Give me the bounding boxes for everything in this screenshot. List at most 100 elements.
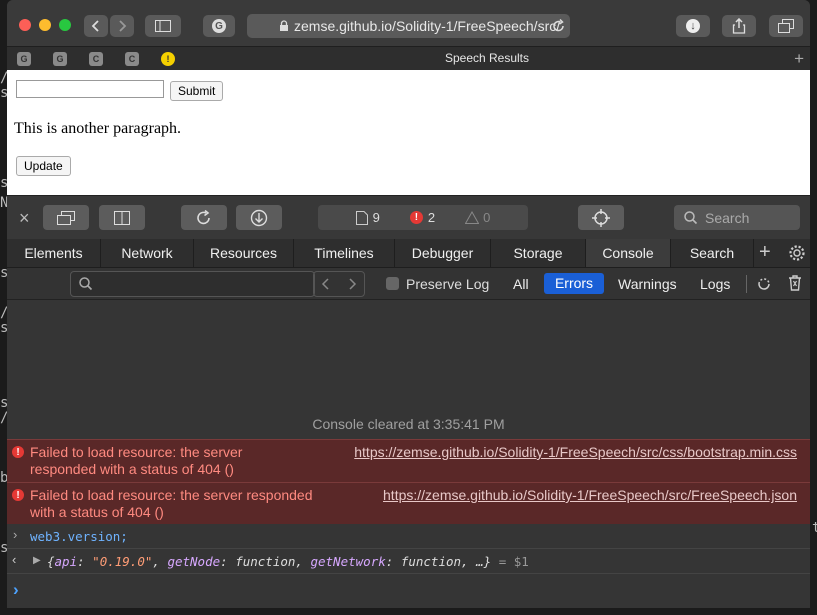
tab-search[interactable]: Search (671, 239, 754, 267)
tab-debugger[interactable]: Debugger (395, 239, 491, 267)
pinned-tab-5-label: ! (166, 54, 170, 64)
tab-elements[interactable]: Elements (7, 239, 101, 267)
downloads-button[interactable]: ↓ (676, 15, 710, 37)
status-dashboard[interactable]: 9 ! 2 0 (318, 205, 528, 230)
pinned-tab-2[interactable]: G (53, 52, 67, 66)
download-circle-icon (250, 209, 268, 226)
download-archive-button[interactable] (236, 205, 282, 230)
next-match-icon[interactable] (347, 278, 357, 290)
search-icon (684, 210, 698, 224)
gear-icon[interactable] (788, 244, 806, 262)
download-icon: ↓ (686, 19, 700, 33)
error-message-line: responded with a status of 404 () (30, 461, 234, 477)
back-button[interactable] (84, 15, 108, 37)
error-source-link[interactable]: https://zemse.github.io/Solidity-1/FreeS… (383, 487, 797, 503)
filter-logs[interactable]: Logs (700, 274, 730, 294)
element-picker-button[interactable] (578, 205, 624, 230)
new-tab-icon[interactable]: + (794, 49, 804, 69)
error-count: 2 (427, 210, 436, 225)
update-button[interactable]: Update (16, 156, 71, 176)
prompt-chevron-icon: › (13, 580, 19, 599)
resource-count: 9 (372, 210, 380, 225)
submit-button[interactable]: Submit (170, 81, 224, 101)
devtools-search-field[interactable]: Search (674, 205, 800, 230)
lock-icon (280, 20, 288, 31)
tab-timelines[interactable]: Timelines (294, 239, 395, 267)
active-tab-title[interactable]: Speech Results (387, 51, 587, 65)
result-variable: = $1 (498, 554, 529, 569)
object-value: function (400, 554, 462, 569)
reload-page-button[interactable] (181, 205, 227, 230)
object-value: function (235, 554, 296, 569)
trash-icon[interactable] (787, 274, 803, 292)
object-key: api (54, 554, 78, 569)
console-result-entry: ‹ ▶ {api: "0.19.0", getNode: function, g… (7, 549, 810, 574)
error-message-line: Failed to load resource: the server resp… (30, 487, 313, 503)
forward-button[interactable] (110, 15, 134, 37)
sidebar-toggle-button[interactable] (145, 15, 181, 37)
tab-resources[interactable]: Resources (194, 239, 294, 267)
console-filter-bar: Preserve Log All Errors Warnings Logs (7, 268, 810, 300)
dock-right-icon (114, 210, 130, 225)
pinned-tab-4-label: C (128, 54, 136, 64)
error-message-line: Failed to load resource: the server (30, 444, 243, 460)
filter-warnings[interactable]: Warnings (618, 274, 677, 294)
preserve-log-checkbox[interactable] (386, 277, 399, 290)
tab-storage[interactable]: Storage (491, 239, 586, 267)
result-object[interactable]: {api: "0.19.0", getNode: function, getNe… (47, 554, 529, 569)
filter-errors[interactable]: Errors (544, 273, 604, 294)
auto-clear-icon[interactable] (755, 275, 773, 293)
pinned-tab-3[interactable]: C (89, 52, 103, 66)
undock-icon (57, 210, 75, 225)
tab-bar: G G C C ! Speech Results + (7, 46, 810, 71)
filter-all[interactable]: All (510, 274, 532, 294)
warning-count: 0 (483, 210, 491, 225)
reload-icon[interactable] (552, 19, 566, 33)
reload-icon (197, 209, 210, 224)
zoom-window-button[interactable] (59, 19, 71, 31)
tab-overview-button[interactable] (769, 15, 803, 37)
console-filter-input[interactable] (70, 271, 315, 297)
site-favicon-button[interactable]: G (203, 15, 235, 37)
share-button[interactable] (722, 15, 756, 37)
console-input-entry: › web3.version; (7, 524, 810, 549)
console-prompt[interactable]: › (7, 574, 810, 608)
output-arrow-icon: ‹ (12, 552, 17, 567)
pinned-tab-1[interactable]: G (17, 52, 31, 66)
url-text: zemse.github.io/Solidity-1/FreeSpeech/sr… (294, 18, 561, 34)
error-message: Failed to load resource: the server resp… (30, 487, 313, 521)
devtools-toolbar: × 9 ! 2 0 Search (7, 195, 810, 240)
address-bar[interactable]: zemse.github.io/Solidity-1/FreeSpeech/sr… (247, 14, 570, 38)
share-icon (732, 18, 746, 34)
console-error-row: ! Failed to load resource: the server re… (7, 439, 810, 482)
preserve-log-label: Preserve Log (406, 276, 490, 292)
close-window-button[interactable] (19, 19, 31, 31)
error-message-line: with a status of 404 () (30, 504, 164, 520)
expand-triangle-icon[interactable]: ▶ (33, 555, 41, 566)
dock-side-button[interactable] (99, 205, 145, 230)
minimize-window-button[interactable] (39, 19, 51, 31)
pinned-tab-2-label: G (56, 54, 64, 64)
browser-window: G zemse.github.io/Solidity-1/FreeSpeech/… (7, 0, 810, 608)
pinned-tab-4[interactable]: C (125, 52, 139, 66)
pinned-tab-5[interactable]: ! (161, 52, 175, 66)
object-key: getNetwork (310, 554, 386, 569)
tab-network[interactable]: Network (101, 239, 194, 267)
tab-console[interactable]: Console (586, 239, 671, 267)
tabs-icon (778, 19, 794, 33)
input-chevron-icon: › (13, 527, 18, 542)
detach-button[interactable] (43, 205, 89, 230)
error-icon: ! (409, 211, 423, 224)
close-devtools-icon[interactable]: × (19, 208, 30, 229)
pinned-tab-1-label: G (20, 54, 28, 64)
previous-match-icon[interactable] (321, 278, 331, 290)
crosshair-icon (592, 208, 610, 227)
object-brace: { (47, 554, 55, 569)
divider (746, 275, 747, 293)
title-bar: G zemse.github.io/Solidity-1/FreeSpeech/… (7, 0, 810, 48)
add-tab-icon[interactable]: + (759, 241, 771, 264)
document-icon (355, 210, 368, 225)
text-input[interactable] (16, 80, 164, 98)
sidebar-icon (155, 20, 171, 32)
error-source-link[interactable]: https://zemse.github.io/Solidity-1/FreeS… (354, 444, 797, 460)
